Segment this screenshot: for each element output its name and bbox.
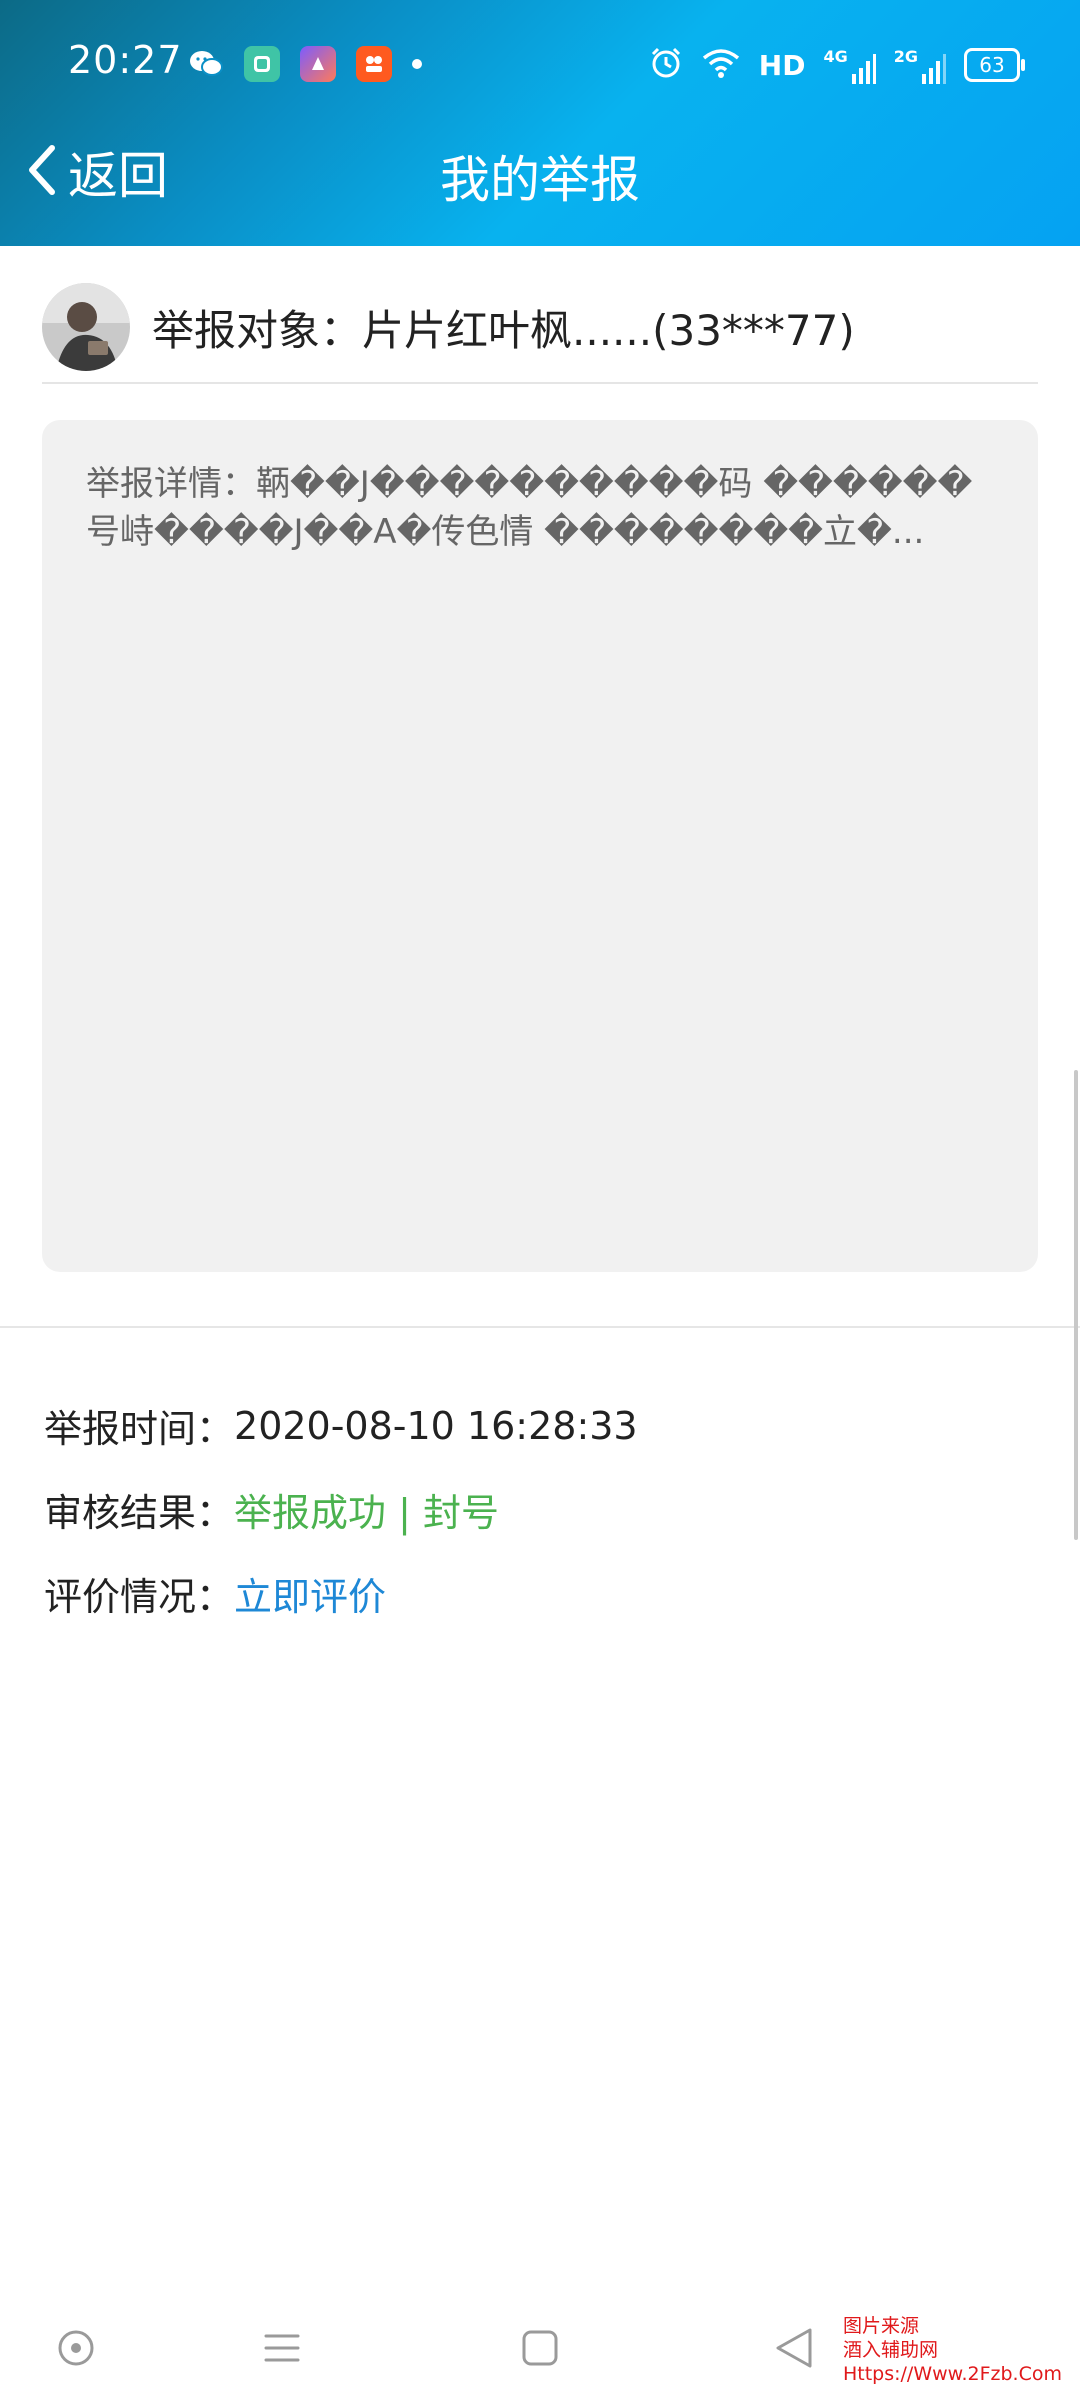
signal-4g-icon: 4G	[823, 46, 876, 84]
system-icons: HD 4G 2G 63	[649, 46, 1025, 84]
wifi-icon	[701, 47, 741, 83]
title-bar: 返回 我的举报	[0, 96, 1080, 246]
report-time-row: 举报时间： 2020-08-10 16:28:33	[44, 1398, 638, 1453]
assistant-dot-icon[interactable]	[48, 2320, 104, 2376]
home-square-icon[interactable]	[512, 2320, 568, 2376]
purple-app-icon	[300, 46, 336, 82]
battery-icon: 63	[964, 48, 1025, 82]
evaluation-row: 评价情况： 立即评价	[44, 1566, 386, 1621]
report-target-row[interactable]: 举报对象：片片红叶枫......(33***77)	[42, 272, 1038, 384]
menu-lines-icon[interactable]	[254, 2320, 310, 2376]
net-4g-label: 4G	[823, 46, 848, 66]
orange-app-icon	[356, 46, 392, 82]
status-time: 20:27	[68, 38, 183, 82]
watermark: 图片来源 酒入辅助网 Https://Www.2Fzb.Com	[843, 2314, 1062, 2386]
report-details-box: 举报详情：鞆��J����������码 ������号峙����J��A�传色…	[42, 420, 1038, 1272]
status-bar: 20:27 HD 4G 2G 63	[0, 0, 1080, 96]
wechat-icon	[188, 46, 224, 82]
notification-icons	[188, 46, 422, 82]
signal-2g-icon: 2G	[894, 47, 946, 84]
page-title: 我的举报	[440, 151, 640, 209]
evaluate-now-link[interactable]: 立即评价	[234, 1566, 386, 1621]
watermark-line-3: Https://Www.2Fzb.Com	[842, 2363, 1062, 2385]
green-app-icon	[244, 46, 280, 82]
scrollbar[interactable]	[1074, 1070, 1078, 1540]
hd-indicator: HD	[758, 48, 806, 82]
avatar[interactable]	[42, 283, 130, 371]
review-result-label: 审核结果：	[44, 1491, 235, 1535]
review-result-row: 审核结果： 举报成功 | 封号	[44, 1482, 499, 1537]
report-target-text: 举报对象：片片红叶枫......(33***77)	[152, 305, 855, 355]
back-triangle-icon[interactable]	[766, 2320, 822, 2376]
alarm-icon	[649, 46, 683, 84]
report-details-text: 举报详情：鞆��J����������码 ������号峙����J��A�传色…	[86, 464, 973, 552]
section-divider	[0, 1326, 1080, 1328]
notification-dot	[412, 59, 422, 69]
report-time-value: 2020-08-10 16:28:33	[234, 1403, 638, 1448]
report-time-label: 举报时间：	[44, 1407, 235, 1451]
watermark-line-2: 酒入辅助网	[842, 2339, 938, 2361]
net-2g-label: 2G	[893, 46, 918, 66]
evaluation-label: 评价情况：	[44, 1575, 235, 1619]
watermark-line-1: 图片来源	[842, 2315, 919, 2337]
review-result-value: 举报成功 | 封号	[234, 1491, 499, 1535]
battery-level: 63	[979, 53, 1005, 77]
